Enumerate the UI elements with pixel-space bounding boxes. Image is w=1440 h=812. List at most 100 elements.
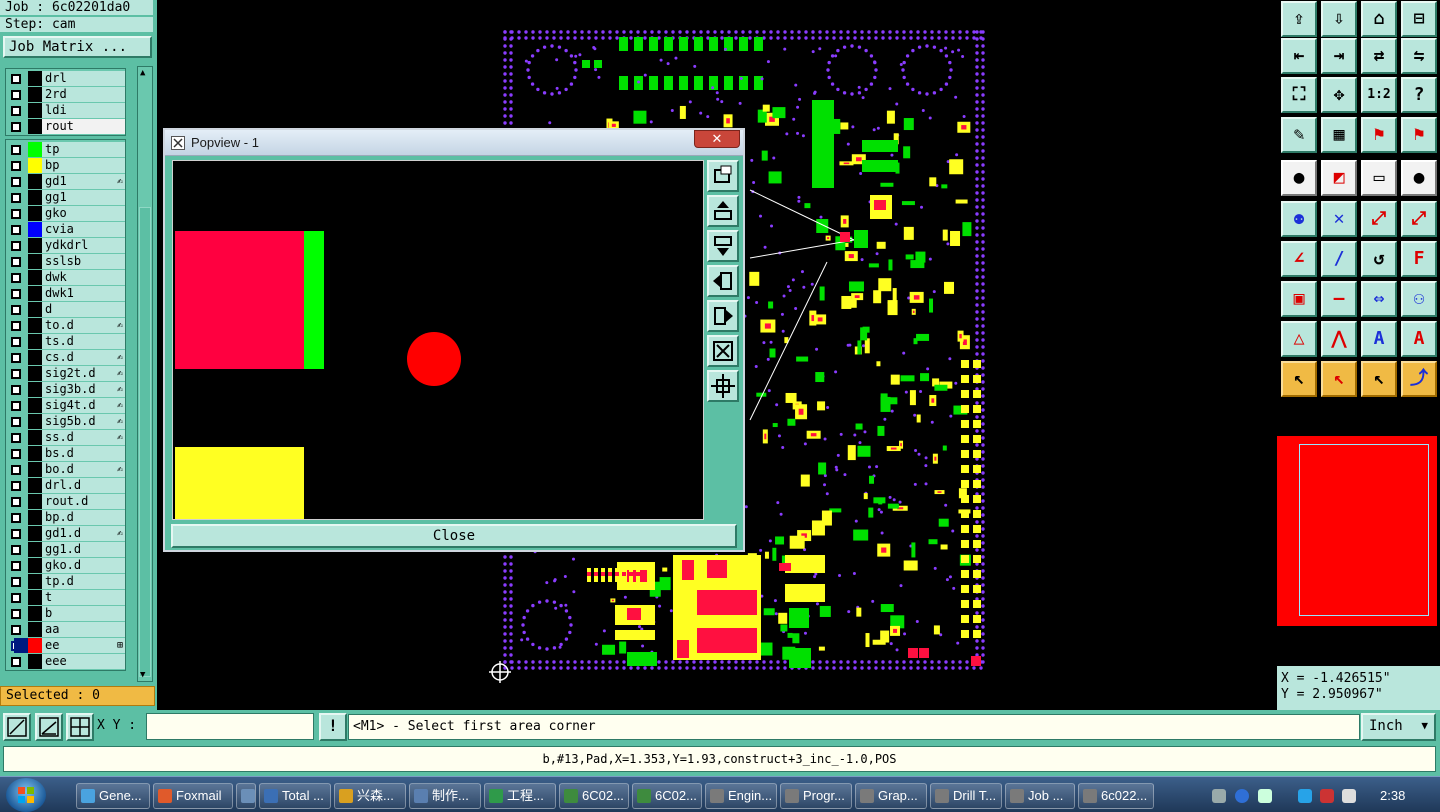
layer-row-ldi[interactable]: ldi [8,103,125,118]
measure-icon[interactable]: ✎ [1281,117,1317,153]
layer-checkbox[interactable] [11,369,21,379]
layer-row-ydkdrl[interactable]: ydkdrl [8,238,125,253]
grid-icon[interactable]: ▦ [1321,117,1357,153]
layer-checkbox[interactable] [11,90,21,100]
layer-color-swatch[interactable] [28,302,42,317]
layer-checkbox[interactable] [11,106,21,116]
taskbar-item[interactable] [236,783,256,809]
layer-checkbox[interactable] [11,289,21,299]
triangle-icon[interactable]: △ [1281,321,1317,357]
layer-row-eee[interactable]: eee [8,654,125,669]
popview-fit-button[interactable] [707,160,739,192]
layer-checkbox[interactable] [11,257,21,267]
ruler-icon[interactable]: ▭ [1361,160,1397,196]
taskbar-item[interactable]: Total ... [259,783,331,809]
layer-color-swatch[interactable] [28,270,42,285]
layer-row-sig3b-d[interactable]: sig3b.d ✍ [8,382,125,397]
layer-checkbox[interactable] [11,433,21,443]
layer-checkbox[interactable] [11,513,21,523]
layer-color-swatch[interactable] [28,478,42,493]
help-icon[interactable]: ? [1401,77,1437,113]
layer-checkbox[interactable] [11,385,21,395]
minus-icon[interactable]: — [1321,281,1357,317]
layer-row-bs-d[interactable]: bs.d [8,446,125,461]
layer-color-swatch[interactable] [28,254,42,269]
layer-color-swatch[interactable] [28,222,42,237]
layer-row-gg1-d[interactable]: gg1.d [8,542,125,557]
taskbar-item[interactable]: 工程... [484,783,556,809]
layer-checkbox[interactable] [11,497,21,507]
taskbar-item[interactable]: Foxmail [153,783,233,809]
layer-color-swatch[interactable] [28,590,42,605]
layer-row-rout[interactable]: rout [8,119,125,134]
taskbar-item[interactable]: Engin... [705,783,777,809]
connect-icon[interactable]: ⚉ [1281,201,1317,237]
layer-row-ee[interactable]: ee ⊞ [8,638,125,653]
layer-row-cvia[interactable]: cvia [8,222,125,237]
taskbar-item[interactable]: Gene... [76,783,150,809]
layer-checkbox[interactable] [11,209,21,219]
start-button[interactable] [6,778,46,812]
layer-color-swatch[interactable] [28,142,42,157]
pan-left-icon[interactable] [707,265,739,297]
move-left-icon[interactable]: ⇤ [1281,38,1317,74]
layer-color-swatch[interactable] [28,206,42,221]
layer-row-tp[interactable]: tp [8,142,125,157]
layer-checkbox[interactable] [11,465,21,475]
layer-row-gg1[interactable]: gg1 [8,190,125,205]
node-alt-icon[interactable]: ⤢ [1401,201,1437,237]
layer-row-gd1[interactable]: gd1 ✍ [8,174,125,189]
layer-checkbox[interactable] [11,273,21,283]
layer-color-swatch[interactable] [28,542,42,557]
layer-row-gko-d[interactable]: gko.d [8,558,125,573]
scale-1-2-icon[interactable]: 1:2 [1361,77,1397,113]
layer-checkbox[interactable] [11,657,21,667]
layer-color-swatch[interactable] [28,103,42,118]
layer-color-swatch[interactable] [28,526,42,541]
layer-row-bp-d[interactable]: bp.d [8,510,125,525]
layer-checkbox[interactable] [11,122,21,132]
zoom-in-icon[interactable] [707,335,739,367]
layer-row-dwk[interactable]: dwk [8,270,125,285]
move-right-icon[interactable]: ⇥ [1321,38,1357,74]
layer-row-gko[interactable]: gko [8,206,125,221]
layer-checkbox[interactable] [11,225,21,235]
layer-checkbox[interactable] [11,177,21,187]
taskbar-item[interactable]: Grap... [855,783,927,809]
scroll-up-icon[interactable]: ▲ [140,68,145,78]
layer-checkbox[interactable] [11,337,21,347]
layer-row-drl[interactable]: drl [8,71,125,86]
taskbar-item[interactable]: 6C02... [632,783,702,809]
resize-icon[interactable]: ⇔ [1361,281,1397,317]
exclamation-icon[interactable]: ! [319,713,347,741]
layer-color-swatch[interactable] [28,430,42,445]
angle-icon[interactable]: ∠ [1281,241,1317,277]
swap-icon[interactable]: ⇋ [1401,38,1437,74]
taskbar-item[interactable]: Job ... [1005,783,1075,809]
layer-color-swatch[interactable] [28,446,42,461]
layer-checkbox[interactable] [11,561,21,571]
layer-row-gd1-d[interactable]: gd1.d ✍ [8,526,125,541]
layer-color-swatch[interactable] [28,87,42,102]
snap-red-alt-icon[interactable]: ⚑ [1401,117,1437,153]
layer-checkbox[interactable] [11,449,21,459]
layer-checkbox[interactable] [11,481,21,491]
grid-snap-icon[interactable] [66,713,94,741]
pad-select-icon[interactable]: ▣ [1281,281,1317,317]
keyboard-icon[interactable] [1212,789,1226,803]
taskbar-item[interactable]: Drill T... [930,783,1002,809]
pan-up-icon[interactable] [707,195,739,227]
layer-color-swatch[interactable] [28,190,42,205]
layer-row-sig4t-d[interactable]: sig4t.d ✍ [8,398,125,413]
layer-color-swatch[interactable] [28,654,42,669]
layer-color-swatch[interactable] [28,350,42,365]
layer-checkbox[interactable] [11,353,21,363]
window-close-button[interactable]: ✕ [694,130,740,148]
layer-list-scrollbar[interactable]: ▲ ▼ [137,66,153,682]
layer-checkbox[interactable] [11,74,21,84]
layer-checkbox[interactable] [11,161,21,171]
layer-checkbox[interactable] [11,577,21,587]
layer-color-swatch[interactable] [28,606,42,621]
overview-preview[interactable] [1277,436,1437,626]
popview-window[interactable]: Popview - 1 ✕ Close [163,128,745,552]
